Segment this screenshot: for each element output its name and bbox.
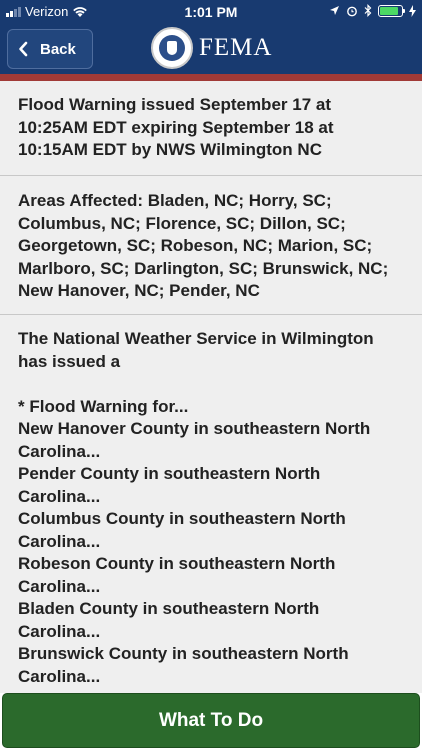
status-bar: Verizon 1:01 PM xyxy=(0,0,422,22)
alarm-icon xyxy=(347,6,357,16)
chevron-left-icon xyxy=(19,41,28,57)
footer: What To Do xyxy=(0,693,422,750)
fema-logo: FEMA xyxy=(151,27,272,69)
alert-description: The National Weather Service in Wilmingt… xyxy=(18,329,374,686)
bluetooth-icon xyxy=(364,4,372,17)
alert-summary-section: Flood Warning issued September 17 at 10:… xyxy=(0,81,422,176)
areas-affected: Areas Affected: Bladen, NC; Horry, SC; C… xyxy=(18,191,393,300)
charging-bolt-icon xyxy=(409,4,416,17)
description-section: The National Weather Service in Wilmingt… xyxy=(0,315,422,693)
back-button-label: Back xyxy=(40,40,76,58)
battery-icon xyxy=(378,4,405,17)
what-to-do-label: What To Do xyxy=(158,709,264,731)
header-accent-bar xyxy=(0,74,422,81)
location-arrow-icon xyxy=(330,6,339,15)
logo-text: FEMA xyxy=(199,34,273,61)
areas-affected-section: Areas Affected: Bladen, NC; Horry, SC; C… xyxy=(0,176,422,315)
status-right xyxy=(329,4,416,17)
alert-details[interactable]: Flood Warning issued September 17 at 10:… xyxy=(0,81,422,693)
what-to-do-button[interactable]: What To Do xyxy=(2,693,420,748)
dhs-seal-icon xyxy=(151,27,193,69)
back-button[interactable]: Back xyxy=(7,29,93,69)
app-header: Verizon 1:01 PM Back FEMA xyxy=(0,0,422,81)
alert-summary: Flood Warning issued September 17 at 10:… xyxy=(18,95,339,159)
